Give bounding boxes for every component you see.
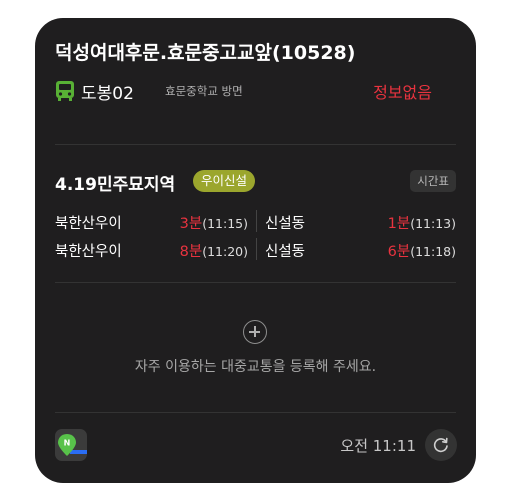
transit-widget: 덕성여대후문.효문중고교앞(10528) 도봉02 효문중학교 방면 정보없음 … — [35, 18, 476, 483]
refresh-icon — [433, 437, 448, 453]
arrival-minutes: 3분 — [179, 216, 203, 232]
timetable-button[interactable]: 시간표 — [410, 170, 456, 192]
column-divider — [256, 210, 257, 232]
column-divider — [256, 238, 257, 260]
route-direction: 효문중학교 방면 — [165, 84, 243, 98]
divider — [55, 282, 456, 283]
divider — [55, 412, 456, 413]
naver-map-icon[interactable]: N — [55, 429, 87, 461]
arrival-row: 북한산우이 8분(11:20) 신설동 6분(11:18) — [55, 238, 456, 260]
route-number: 도봉02 — [81, 84, 134, 104]
bus-icon — [56, 81, 74, 101]
arrival-destination: 북한산우이 — [55, 244, 122, 260]
arrival-minutes: 6분 — [387, 244, 411, 260]
refresh-button[interactable] — [425, 429, 457, 461]
arrival-time: (11:18) — [410, 244, 456, 259]
line-badge: 우이신설 — [193, 170, 256, 192]
arrival-item: 신설동 1분(11:13) — [265, 210, 456, 232]
arrival-eta: 3분(11:15) — [180, 212, 248, 233]
arrival-minutes: 1분 — [387, 216, 411, 232]
arrival-row: 북한산우이 3분(11:15) 신설동 1분(11:13) — [55, 210, 456, 232]
arrival-item: 북한산우이 8분(11:20) — [55, 238, 248, 260]
add-transit-prompt[interactable]: 자주 이용하는 대중교통을 등록해 주세요. — [35, 356, 476, 376]
arrival-minutes: 8분 — [179, 244, 203, 260]
arrival-time: (11:13) — [410, 216, 456, 231]
arrival-eta: 1분(11:13) — [388, 212, 456, 233]
updated-time: 오전 11:11 — [340, 437, 416, 455]
arrival-time: (11:20) — [202, 244, 248, 259]
arrival-destination: 북한산우이 — [55, 216, 122, 232]
arrival-eta: 8분(11:20) — [180, 240, 248, 261]
bus-route-row[interactable]: 도봉02 효문중학교 방면 정보없음 — [55, 78, 455, 104]
stop-title[interactable]: 덕성여대후문.효문중고교앞(10528) — [55, 38, 355, 65]
status-no-info: 정보없음 — [373, 83, 432, 102]
arrival-item: 신설동 6분(11:18) — [265, 238, 456, 260]
arrival-eta: 6분(11:18) — [388, 240, 456, 261]
subway-station-name[interactable]: 4.19민주묘지역 — [55, 170, 175, 195]
svg-text:N: N — [64, 439, 71, 448]
plus-circle-icon[interactable] — [243, 320, 267, 344]
arrival-time: (11:15) — [202, 216, 248, 231]
naver-map-glyph: N — [58, 434, 87, 456]
divider — [55, 144, 456, 145]
arrival-destination: 신설동 — [265, 244, 306, 260]
arrival-item: 북한산우이 3분(11:15) — [55, 210, 248, 232]
arrival-destination: 신설동 — [265, 216, 306, 232]
